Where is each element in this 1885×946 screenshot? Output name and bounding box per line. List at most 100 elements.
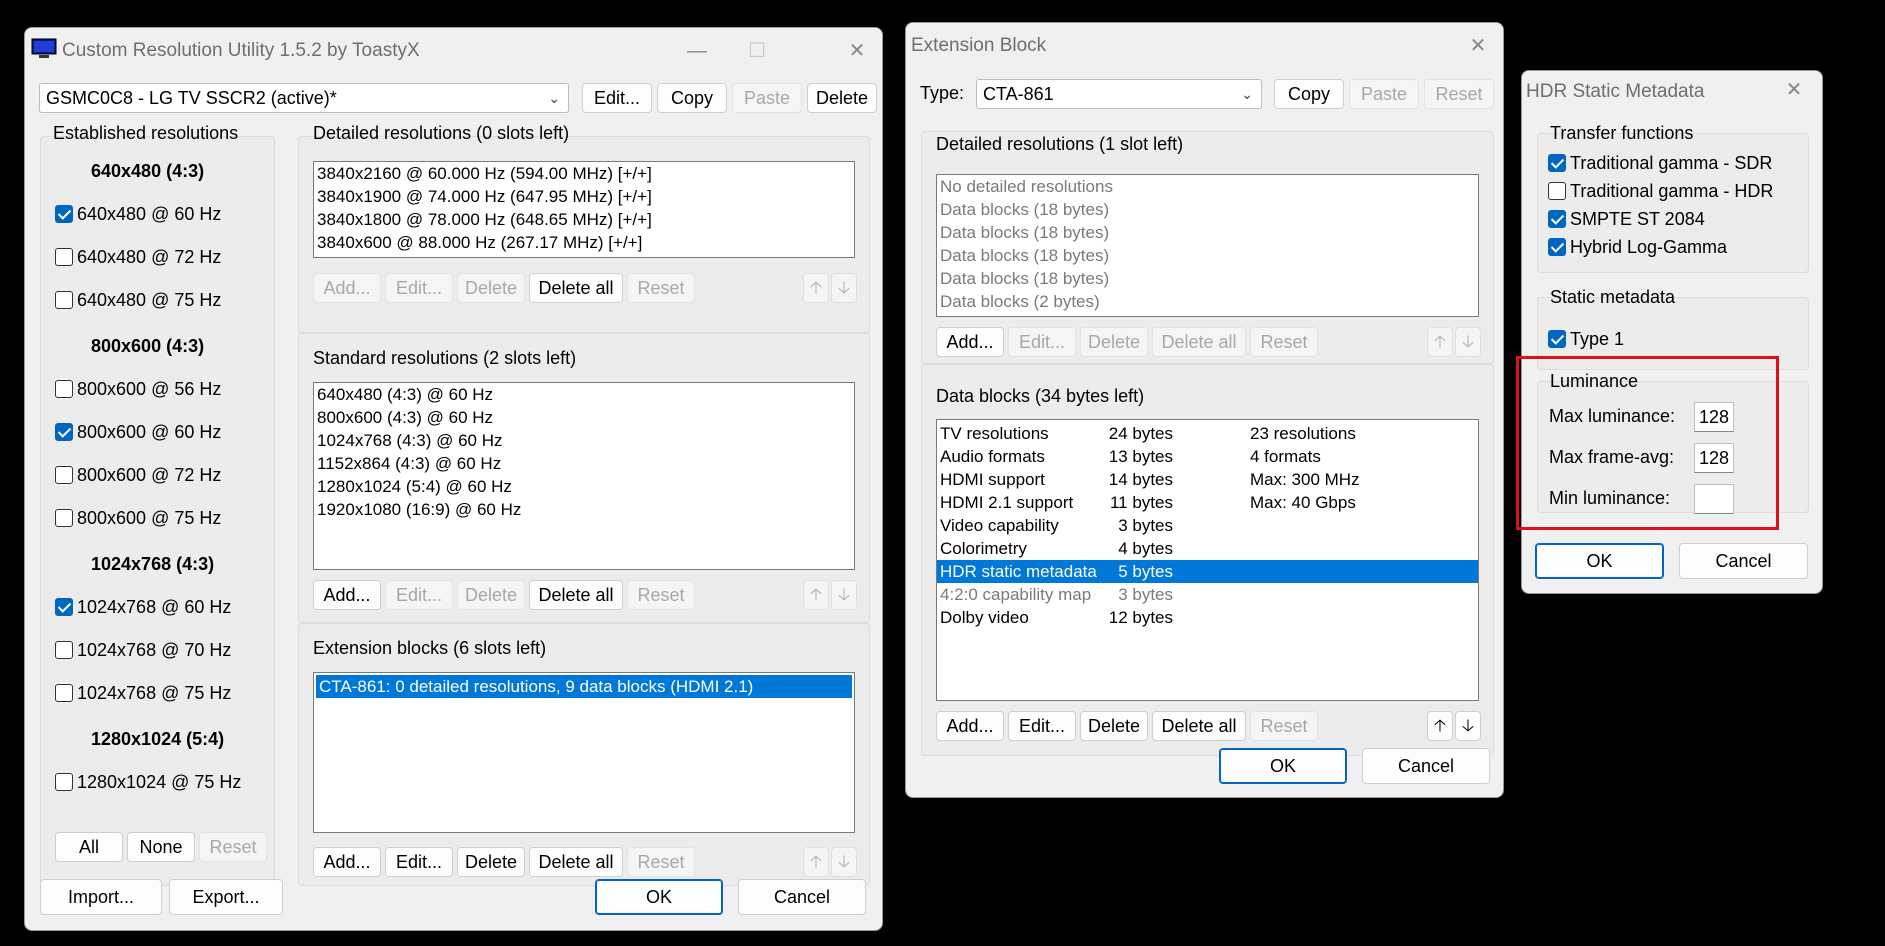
list-item[interactable]: 3840x600 @ 88.000 Hz (267.17 MHz) [+/+]: [314, 231, 854, 254]
none-button[interactable]: None: [127, 832, 195, 862]
add-extension-button[interactable]: Add...: [313, 847, 381, 877]
list-item[interactable]: 1280x1024 (5:4) @ 60 Hz: [314, 475, 854, 498]
paste-button[interactable]: Paste: [1349, 79, 1419, 109]
type-select[interactable]: CTA-861 ⌄: [976, 79, 1262, 109]
list-item[interactable]: 3840x2160 @ 60.000 Hz (594.00 MHz) [+/+]: [314, 162, 854, 185]
delete-detailed-button[interactable]: Delete: [457, 273, 525, 303]
transfer-function-checkbox[interactable]: Traditional gamma - HDR: [1548, 180, 1773, 202]
move-down-icon[interactable]: 🡣: [1455, 711, 1481, 741]
reset-data-blocks-button[interactable]: Reset: [1250, 711, 1318, 741]
move-down-icon[interactable]: 🡣: [1455, 327, 1481, 357]
list-item[interactable]: Data blocks (18 bytes): [937, 198, 1478, 221]
reset-detailed-button[interactable]: Reset: [1250, 327, 1318, 357]
cancel-button[interactable]: Cancel: [738, 879, 866, 915]
move-down-icon[interactable]: 🡣: [831, 847, 857, 877]
move-down-icon[interactable]: 🡣: [831, 273, 857, 303]
table-row[interactable]: 4:2:0 capability map 3 bytes: [937, 583, 1478, 606]
resolution-checkbox[interactable]: 800x600 @ 56 Hz: [55, 378, 221, 400]
extension-blocks-list[interactable]: CTA-861: 0 detailed resolutions, 9 data …: [313, 672, 855, 833]
reset-button[interactable]: Reset: [1424, 79, 1494, 109]
paste-button[interactable]: Paste: [732, 83, 802, 113]
reset-detailed-button[interactable]: Reset: [627, 273, 695, 303]
move-up-icon[interactable]: 🡡: [803, 580, 829, 610]
table-row[interactable]: TV resolutions 24 bytes 23 resolutions: [937, 422, 1478, 445]
list-item[interactable]: 3840x1800 @ 78.000 Hz (648.65 MHz) [+/+]: [314, 208, 854, 231]
delete-all-detailed-button[interactable]: Delete all: [529, 273, 623, 303]
add-data-block-button[interactable]: Add...: [936, 711, 1004, 741]
list-item[interactable]: Data blocks (18 bytes): [937, 267, 1478, 290]
resolution-checkbox[interactable]: 1280x1024 @ 75 Hz: [55, 771, 241, 793]
add-standard-button[interactable]: Add...: [313, 580, 381, 610]
delete-monitor-button[interactable]: Delete: [807, 83, 877, 113]
delete-detailed-button[interactable]: Delete: [1080, 327, 1148, 357]
delete-extension-button[interactable]: Delete: [457, 847, 525, 877]
resolution-checkbox[interactable]: 1024x768 @ 75 Hz: [55, 682, 231, 704]
resolution-checkbox[interactable]: 640x480 @ 60 Hz: [55, 203, 221, 225]
delete-all-detailed-button[interactable]: Delete all: [1152, 327, 1246, 357]
table-row[interactable]: Colorimetry 4 bytes: [937, 537, 1478, 560]
table-row[interactable]: HDMI 2.1 support 11 bytes Max: 40 Gbps: [937, 491, 1478, 514]
edit-extension-button[interactable]: Edit...: [385, 847, 453, 877]
move-up-icon[interactable]: 🡡: [803, 273, 829, 303]
move-up-icon[interactable]: 🡡: [1427, 711, 1453, 741]
all-button[interactable]: All: [55, 832, 123, 862]
cru-titlebar[interactable]: Custom Resolution Utility 1.5.2 by Toast…: [25, 28, 882, 74]
maximize-button[interactable]: ☐: [737, 34, 777, 68]
close-button[interactable]: ✕: [1774, 73, 1814, 107]
hdr-titlebar[interactable]: HDR Static Metadata ✕: [1522, 71, 1822, 117]
table-row[interactable]: Video capability 3 bytes: [937, 514, 1478, 537]
list-item[interactable]: Data blocks (18 bytes): [937, 221, 1478, 244]
add-detailed-button[interactable]: Add...: [936, 327, 1004, 357]
table-row[interactable]: Dolby video 12 bytes: [937, 606, 1478, 629]
delete-all-data-blocks-button[interactable]: Delete all: [1152, 711, 1246, 741]
list-item[interactable]: 3840x1900 @ 74.000 Hz (647.95 MHz) [+/+]: [314, 185, 854, 208]
resolution-checkbox[interactable]: 640x480 @ 72 Hz: [55, 246, 221, 268]
list-item[interactable]: Data blocks (2 bytes): [937, 290, 1478, 313]
resolution-checkbox[interactable]: 1024x768 @ 60 Hz: [55, 596, 231, 618]
move-down-icon[interactable]: 🡣: [831, 580, 857, 610]
edit-standard-button[interactable]: Edit...: [385, 580, 453, 610]
cancel-button[interactable]: Cancel: [1679, 543, 1808, 579]
ok-button[interactable]: OK: [1219, 748, 1347, 784]
list-item[interactable]: 1152x864 (4:3) @ 60 Hz: [314, 452, 854, 475]
cancel-button[interactable]: Cancel: [1362, 748, 1490, 784]
import-button[interactable]: Import...: [40, 879, 162, 915]
export-button[interactable]: Export...: [169, 879, 283, 915]
list-item[interactable]: 1024x768 (4:3) @ 60 Hz: [314, 429, 854, 452]
ok-button[interactable]: OK: [1535, 543, 1664, 579]
data-blocks-list[interactable]: TV resolutions 24 bytes 23 resolutions Audi…: [936, 419, 1479, 701]
ok-button[interactable]: OK: [595, 879, 723, 915]
delete-data-block-button[interactable]: Delete: [1080, 711, 1148, 741]
close-button[interactable]: ✕: [1458, 29, 1498, 63]
add-detailed-button[interactable]: Add...: [313, 273, 381, 303]
list-item[interactable]: 640x480 (4:3) @ 60 Hz: [314, 383, 854, 406]
minimize-button[interactable]: —: [677, 34, 717, 68]
edit-monitor-button[interactable]: Edit...: [582, 83, 652, 113]
close-button[interactable]: ✕: [837, 34, 877, 68]
copy-button[interactable]: Copy: [1274, 79, 1344, 109]
reset-standard-button[interactable]: Reset: [627, 580, 695, 610]
copy-button[interactable]: Copy: [657, 83, 727, 113]
table-row[interactable]: Audio formats 13 bytes 4 formats: [937, 445, 1478, 468]
edit-detailed-button[interactable]: Edit...: [1008, 327, 1076, 357]
list-item[interactable]: 1920x1080 (16:9) @ 60 Hz: [314, 498, 854, 521]
delete-all-extension-button[interactable]: Delete all: [529, 847, 623, 877]
reset-extension-button[interactable]: Reset: [627, 847, 695, 877]
resolution-checkbox[interactable]: 800x600 @ 75 Hz: [55, 507, 221, 529]
delete-all-standard-button[interactable]: Delete all: [529, 580, 623, 610]
table-row[interactable]: HDMI support 14 bytes Max: 300 MHz: [937, 468, 1478, 491]
delete-standard-button[interactable]: Delete: [457, 580, 525, 610]
resolution-checkbox[interactable]: 640x480 @ 75 Hz: [55, 289, 221, 311]
ext-detailed-list[interactable]: No detailed resolutions Data blocks (18 …: [936, 174, 1479, 317]
edit-detailed-button[interactable]: Edit...: [385, 273, 453, 303]
detailed-resolutions-list[interactable]: 3840x2160 @ 60.000 Hz (594.00 MHz) [+/+]…: [313, 161, 855, 258]
type1-checkbox[interactable]: Type 1: [1548, 328, 1624, 350]
transfer-function-checkbox[interactable]: Traditional gamma - SDR: [1548, 152, 1772, 174]
resolution-checkbox[interactable]: 800x600 @ 60 Hz: [55, 421, 221, 443]
monitor-select[interactable]: GSMC0C8 - LG TV SSCR2 (active)* ⌄: [39, 83, 569, 113]
move-up-icon[interactable]: 🡡: [803, 847, 829, 877]
reset-established-button[interactable]: Reset: [199, 832, 267, 862]
list-item[interactable]: 800x600 (4:3) @ 60 Hz: [314, 406, 854, 429]
move-up-icon[interactable]: 🡡: [1427, 327, 1453, 357]
list-item[interactable]: CTA-861: 0 detailed resolutions, 9 data …: [316, 675, 852, 698]
